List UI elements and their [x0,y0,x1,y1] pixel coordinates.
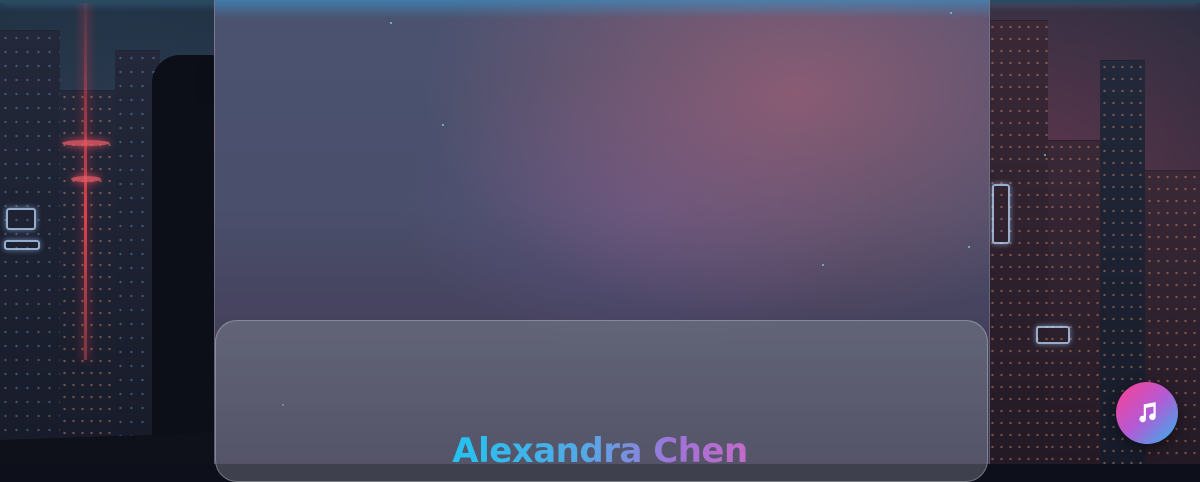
sparkle [822,264,824,266]
music-note-icon [1134,400,1160,426]
sparkle [442,124,444,126]
tower-ring [71,176,101,182]
neon-sign [992,184,1010,244]
neon-sign [1036,326,1070,344]
sparkle [1044,154,1046,156]
neon-sign [6,208,36,230]
panel-top-glow [215,0,989,18]
neon-sign [4,240,40,250]
profile-name-text: Alexandra Chen [452,431,748,471]
tower-ring [62,140,110,146]
sparkle [390,22,392,24]
silhouette-figure [152,55,222,464]
profile-name: Alexandra Chen [0,431,1200,471]
music-toggle-button[interactable] [1116,382,1178,444]
building [1048,140,1100,464]
sparkle [950,12,952,14]
building [60,90,115,464]
sparkle [968,246,970,248]
